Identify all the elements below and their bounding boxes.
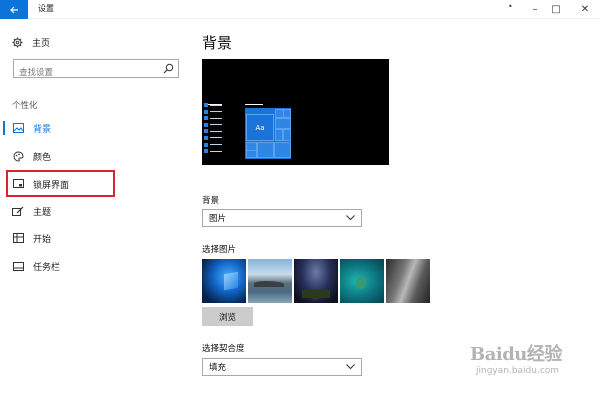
sidebar-item-colors[interactable]: 颜色 <box>0 145 186 167</box>
home-link[interactable]: 主页 <box>12 36 50 49</box>
home-label: 主页 <box>32 39 51 49</box>
sidebar-item-label: 主题 <box>33 207 52 218</box>
choose-picture-label: 选择图片 <box>202 245 237 255</box>
choose-fit-label: 选择契合度 <box>202 344 245 354</box>
back-button[interactable] <box>0 0 28 19</box>
sidebar-item-start[interactable]: 开始 <box>0 227 186 249</box>
chevron-down-icon <box>346 215 355 221</box>
background-type-label: 背景 <box>202 196 220 206</box>
picture-thumbnail[interactable] <box>386 259 430 303</box>
baidu-watermark: Baidu经验 jingyan.baidu.com <box>470 340 590 390</box>
sidebar-item-label: 任务栏 <box>33 262 61 273</box>
section-label-personalization: 个性化 <box>12 101 38 111</box>
picture-icon <box>12 122 24 134</box>
desktop-preview: Aa <box>202 59 389 165</box>
window-title: 设置 <box>38 4 54 13</box>
start-icon <box>12 232 24 244</box>
active-indicator <box>3 121 5 135</box>
browse-button[interactable]: 浏览 <box>202 307 253 326</box>
picture-thumbnail[interactable] <box>248 259 292 303</box>
picture-thumbnail[interactable] <box>202 259 246 303</box>
palette-icon <box>12 150 24 162</box>
picture-thumbnail[interactable] <box>340 259 384 303</box>
sidebar-item-label: 颜色 <box>33 152 52 163</box>
preview-app-list <box>204 103 224 159</box>
preview-tiles: Aa <box>245 108 292 159</box>
preview-tile-aa: Aa <box>246 114 274 141</box>
settings-search[interactable] <box>13 59 179 82</box>
sidebar-item-background[interactable]: 背景 <box>0 117 186 139</box>
close-button[interactable]: ✕ <box>571 0 599 19</box>
title-bar: 设置 • – □ ✕ <box>0 0 600 19</box>
background-type-dropdown[interactable]: 图片 <box>202 209 362 227</box>
back-arrow-icon <box>10 6 18 13</box>
sidebar-item-label: 开始 <box>33 234 52 245</box>
fit-value: 填充 <box>209 363 227 373</box>
sidebar-item-taskbar[interactable]: 任务栏 <box>0 255 186 277</box>
fit-dropdown[interactable]: 填充 <box>202 358 362 376</box>
background-type-value: 图片 <box>209 214 227 224</box>
sidebar-item-themes[interactable]: 主题 <box>0 200 186 222</box>
maximize-button[interactable]: □ <box>542 0 570 19</box>
watermark-url: jingyan.baidu.com <box>476 366 560 376</box>
preview-tiles-header <box>245 104 263 105</box>
chevron-down-icon <box>346 364 355 370</box>
watermark-logo: Baidu经验 <box>470 344 562 365</box>
brush-icon <box>12 205 24 217</box>
highlight-box <box>6 170 115 197</box>
taskbar-icon <box>12 260 24 272</box>
window-extra-dots: • <box>508 2 513 11</box>
sidebar-item-label: 背景 <box>33 124 52 135</box>
page-title: 背景 <box>202 34 233 52</box>
picture-thumbnail[interactable] <box>294 259 338 303</box>
search-icon <box>163 63 174 74</box>
search-input[interactable] <box>14 64 154 82</box>
gear-icon <box>12 37 23 48</box>
